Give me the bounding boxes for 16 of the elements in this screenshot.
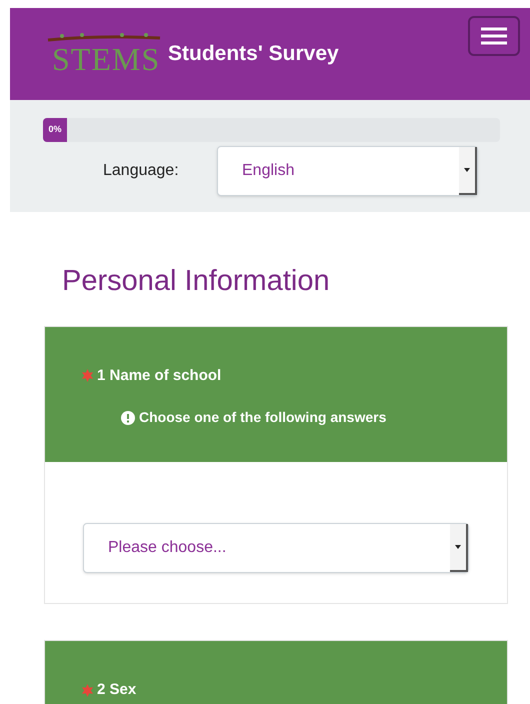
progress-label: 0% — [48, 123, 62, 136]
caret-icon — [455, 545, 461, 549]
menu-icon — [481, 27, 507, 45]
tree-branch-icon — [46, 33, 162, 43]
menu-button[interactable] — [468, 16, 520, 56]
answer-select[interactable]: Please choose... — [83, 523, 469, 573]
question-title: 2 Sex — [97, 680, 136, 700]
info-icon — [121, 410, 135, 424]
question-title: 1 Name of school — [97, 366, 222, 386]
caret-icon — [464, 168, 470, 172]
app-title: Students' Survey — [168, 40, 339, 66]
section-title: Personal Information — [62, 264, 331, 299]
language-select[interactable]: English — [217, 146, 478, 196]
logo-text: STEMS — [52, 43, 162, 75]
question-hint: Choose one of the following answers — [139, 408, 386, 427]
language-label: Language: — [103, 161, 180, 181]
